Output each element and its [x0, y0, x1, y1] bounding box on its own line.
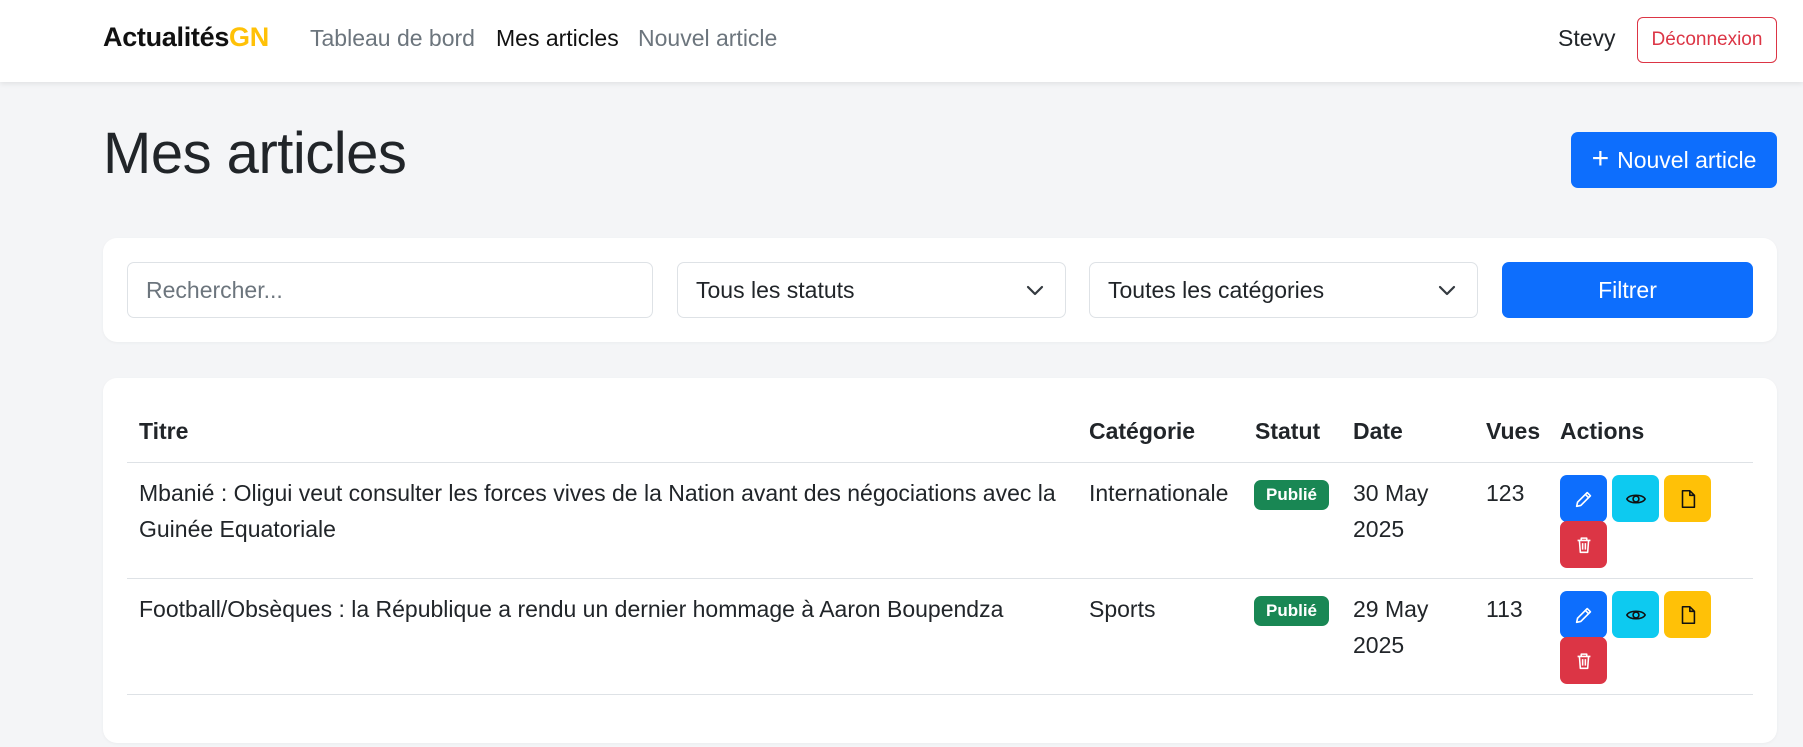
status-badge: Publié: [1254, 596, 1330, 626]
eye-icon: [1625, 609, 1646, 620]
view-button[interactable]: [1612, 475, 1659, 522]
document-button[interactable]: [1664, 475, 1711, 522]
chevron-down-icon: [1438, 285, 1456, 296]
top-navbar: ActualitésGN Tableau de bord Mes article…: [0, 0, 1803, 82]
nav-link-mes-articles[interactable]: Mes articles: [496, 25, 619, 52]
column-header-vues: Vues: [1486, 418, 1541, 444]
status-select[interactable]: Tous les statuts: [677, 262, 1066, 318]
article-category: Internationale: [1089, 480, 1229, 506]
article-title[interactable]: Football/Obsèques : la République a rend…: [139, 591, 1059, 627]
article-category: Sports: [1089, 596, 1156, 622]
brand-logo[interactable]: ActualitésGN: [103, 22, 269, 53]
page-title: Mes articles: [103, 121, 407, 186]
article-date-year: 2025: [1353, 632, 1405, 658]
nav-link-nouvel-article[interactable]: Nouvel article: [638, 25, 777, 52]
pencil-icon: [1575, 607, 1591, 623]
delete-button[interactable]: [1560, 637, 1607, 684]
delete-button[interactable]: [1560, 521, 1607, 568]
filter-button[interactable]: Filtrer: [1502, 262, 1753, 318]
table-divider: [127, 694, 1753, 695]
search-input[interactable]: [127, 262, 653, 318]
brand-accent: GN: [229, 22, 269, 52]
nav-link-tableau-de-bord[interactable]: Tableau de bord: [310, 25, 475, 52]
column-header-statut: Statut: [1255, 418, 1321, 444]
article-date: 30 May 2025: [1353, 475, 1428, 547]
new-article-button[interactable]: + Nouvel article: [1571, 132, 1777, 188]
column-header-date: Date: [1353, 418, 1403, 444]
article-title-line: Mbanié : Oligui veut consulter les force…: [139, 480, 1056, 506]
category-select[interactable]: Toutes les catégories: [1089, 262, 1478, 318]
article-title-line: Football/Obsèques : la République a rend…: [139, 596, 1004, 622]
status-select-value: Tous les statuts: [696, 276, 855, 303]
brand-main: Actualités: [103, 22, 230, 52]
table-divider: [127, 462, 1753, 463]
article-views: 113: [1486, 596, 1523, 622]
chevron-down-icon: [1026, 285, 1044, 296]
logout-button[interactable]: Déconnexion: [1637, 17, 1777, 63]
edit-button[interactable]: [1560, 591, 1607, 638]
file-icon: [1681, 605, 1695, 624]
pencil-icon: [1575, 491, 1591, 507]
document-button[interactable]: [1664, 591, 1711, 638]
article-views: 123: [1486, 480, 1525, 506]
eye-icon: [1625, 493, 1646, 504]
trash-icon: [1577, 536, 1590, 553]
column-header-categorie: Catégorie: [1089, 418, 1196, 444]
trash-icon: [1577, 652, 1590, 669]
table-divider: [127, 578, 1753, 579]
article-title[interactable]: Mbanié : Oligui veut consulter les force…: [139, 475, 1059, 547]
article-date-day: 29 May: [1353, 596, 1429, 622]
category-select-value: Toutes les catégories: [1108, 276, 1325, 303]
filter-card: Tous les statuts Toutes les catégories F…: [103, 238, 1777, 342]
article-date-day: 30 May: [1353, 480, 1429, 506]
plus-icon: +: [1591, 141, 1610, 175]
status-badge: Publié: [1254, 480, 1330, 510]
column-header-actions: Actions: [1560, 418, 1645, 444]
view-button[interactable]: [1612, 591, 1659, 638]
article-title-line: Guinée Equatoriale: [139, 516, 336, 542]
file-icon: [1681, 489, 1695, 508]
article-date-year: 2025: [1353, 516, 1405, 542]
user-name: Stevy: [1558, 25, 1616, 51]
edit-button[interactable]: [1560, 475, 1607, 522]
new-article-label: Nouvel article: [1617, 146, 1757, 173]
column-header-titre: Titre: [139, 418, 189, 444]
article-date: 29 May 2025: [1353, 591, 1428, 663]
